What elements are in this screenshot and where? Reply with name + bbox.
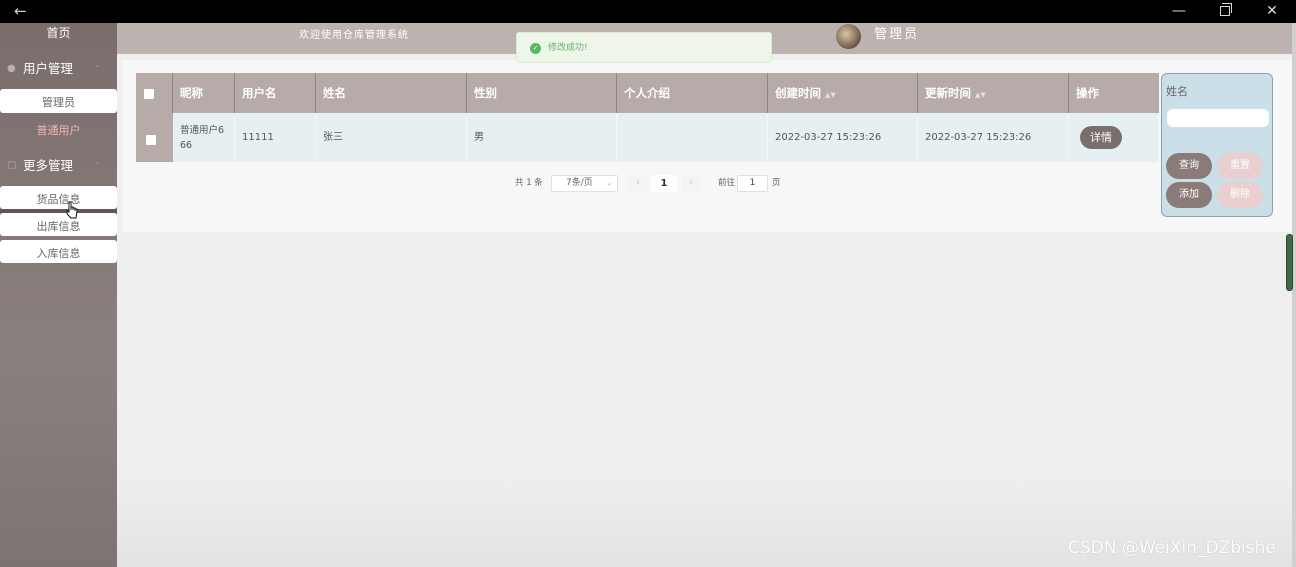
goto-page-input[interactable]: 1: [737, 175, 768, 192]
query-button[interactable]: 查询: [1166, 153, 1212, 179]
goto-label: 前往: [718, 178, 736, 188]
avatar[interactable]: [836, 24, 861, 49]
table-cell-name: 张三: [316, 113, 467, 162]
column-header: 个人介绍: [617, 73, 768, 113]
close-button[interactable]: ✕: [1249, 0, 1295, 23]
restore-button[interactable]: [1202, 0, 1248, 23]
sidebar-group-more-management[interactable]: ▢ 更多管理 ⌃: [0, 153, 117, 179]
search-label: 姓名: [1166, 85, 1188, 98]
table-cell-intro: [617, 113, 768, 162]
success-toast: ✓ 修改成功!: [516, 32, 772, 63]
chevron-up-icon: ⌃: [94, 161, 101, 170]
user-icon: ●: [7, 63, 16, 74]
chevron-up-icon: ⌃: [94, 64, 101, 73]
check-circle-icon: ✓: [530, 43, 541, 54]
scrollbar-thumb[interactable]: [1286, 234, 1293, 291]
detail-button[interactable]: 详情: [1080, 126, 1122, 149]
column-header-label: 创建时间: [775, 86, 821, 100]
pagination-total: 共 1 条: [515, 178, 543, 188]
column-header: 用户名: [235, 73, 316, 113]
name-search-input[interactable]: [1167, 109, 1269, 127]
page-size-select[interactable]: 7条/页 ⌄: [551, 175, 618, 192]
page-size-value: 7条/页: [566, 178, 593, 188]
column-header: 昵称: [173, 73, 235, 113]
sort-icon[interactable]: ▲▼: [825, 91, 836, 99]
select-all-cell: [136, 73, 173, 113]
sidebar-item-admin[interactable]: 管理员: [0, 89, 117, 113]
sidebar-item-home[interactable]: 首页: [0, 23, 117, 43]
watermark: CSDN @WeiXin_DZbishe: [1068, 538, 1276, 558]
column-header: 姓名: [316, 73, 467, 113]
prev-page-button[interactable]: ‹: [629, 175, 647, 192]
user-table: 昵称 用户名 姓名 性别 个人介绍 创建时间 ▲▼ 更新时间 ▲▼ 操作 普通用户6…: [136, 73, 1159, 162]
toast-message: 修改成功!: [548, 43, 588, 53]
window-titlebar: ← — ✕: [0, 0, 1296, 23]
search-panel: 姓名 查询 重置 添加 删除: [1161, 73, 1273, 217]
back-arrow-icon[interactable]: ←: [14, 2, 27, 20]
chevron-down-icon: ⌄: [606, 179, 612, 187]
current-page[interactable]: 1: [651, 175, 677, 192]
sidebar-item-normal-user[interactable]: 普通用户: [0, 117, 117, 141]
sort-icon[interactable]: ▲▼: [975, 91, 986, 99]
next-page-button[interactable]: ›: [682, 175, 700, 192]
page-title: 欢迎使用仓库管理系统: [299, 30, 409, 41]
sidebar-item-goods[interactable]: 货品信息: [0, 186, 117, 209]
column-header: 操作: [1069, 73, 1159, 113]
delete-button[interactable]: 删除: [1217, 182, 1263, 208]
sidebar-item-inbound[interactable]: 入库信息: [0, 240, 117, 263]
sidebar-group-label: 用户管理: [23, 61, 74, 76]
folder-icon: ▢: [7, 160, 17, 171]
column-header-created[interactable]: 创建时间 ▲▼: [768, 73, 918, 113]
reset-button[interactable]: 重置: [1217, 153, 1263, 179]
goto-unit: 页: [772, 178, 781, 188]
table-cell-username: 11111: [235, 113, 316, 162]
add-button[interactable]: 添加: [1166, 182, 1212, 208]
minimize-button[interactable]: —: [1156, 0, 1202, 23]
sidebar-item-outbound[interactable]: 出库信息: [0, 213, 117, 236]
table-cell-updated: 2022-03-27 15:23:26: [918, 113, 1069, 162]
current-user-name[interactable]: 管理员: [874, 23, 919, 47]
column-header-updated[interactable]: 更新时间 ▲▼: [918, 73, 1069, 113]
column-header: 性别: [467, 73, 617, 113]
restore-icon: [1220, 3, 1232, 16]
row-checkbox[interactable]: [146, 135, 156, 145]
table-cell-created: 2022-03-27 15:23:26: [768, 113, 918, 162]
mouse-pointer-icon: [66, 201, 78, 219]
sidebar: 首页 ● 用户管理 ⌃ 管理员 普通用户 ▢ 更多管理 ⌃ 货品信息 出库信息 …: [0, 23, 117, 567]
window-edge: [1292, 23, 1296, 567]
sidebar-group-user-management[interactable]: ● 用户管理 ⌃: [0, 56, 117, 82]
table-cell-nickname: 普通用户6 66: [173, 113, 235, 162]
row-checkbox-cell: [136, 113, 173, 162]
select-all-checkbox[interactable]: [144, 88, 154, 99]
table-cell-gender: 男: [467, 113, 617, 162]
sidebar-group-label: 更多管理: [23, 158, 74, 173]
column-header-label: 更新时间: [925, 86, 971, 100]
